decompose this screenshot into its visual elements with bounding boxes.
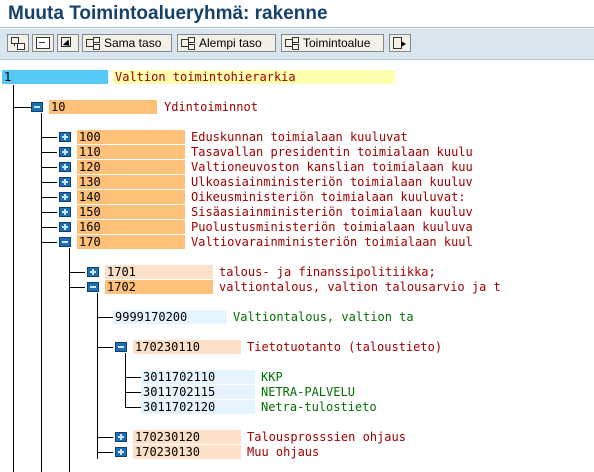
node-text[interactable]: Muu ohjaus xyxy=(245,445,500,459)
lower-level-button-label: Alempi taso xyxy=(199,36,262,50)
folder-closed-icon[interactable] xyxy=(59,192,71,202)
folder-open-icon[interactable] xyxy=(31,102,43,112)
folder-closed-icon[interactable] xyxy=(59,132,71,142)
node-code[interactable]: 110 xyxy=(77,145,185,159)
node-code[interactable]: 160 xyxy=(77,220,185,234)
page-title: Muuta Toimintoalueryhmä: rakenne xyxy=(8,3,328,24)
node-text[interactable]: Valtiontalous, valtion ta xyxy=(231,310,421,324)
node-text[interactable]: Netra-tulostieto xyxy=(259,400,379,414)
select-cursor-icon xyxy=(61,37,75,49)
tree-line xyxy=(69,248,70,472)
node-text[interactable]: Oikeusministeriön toimialaan kuuluvat: xyxy=(189,190,472,204)
node-code[interactable]: 1702 xyxy=(105,280,213,294)
tree-line xyxy=(41,137,57,138)
folder-closed-icon[interactable] xyxy=(59,222,71,232)
tree-line xyxy=(41,167,57,168)
node-code[interactable]: 140 xyxy=(77,190,185,204)
node-text[interactable]: Ydintoiminnot xyxy=(162,100,387,114)
node-code[interactable]: 100 xyxy=(77,130,185,144)
node-text[interactable]: Valtiovarainministeriön toimialaan kuulu xyxy=(189,235,472,249)
node-text[interactable]: Valtioneuvoston kanslian toimialaan kuul xyxy=(189,160,472,174)
tree-line xyxy=(69,287,85,288)
node-text[interactable]: KKP xyxy=(259,370,379,384)
folder-closed-icon[interactable] xyxy=(59,147,71,157)
application-toolbar: Sama taso Alempi taso Toimintoalue xyxy=(0,29,594,60)
tree-line xyxy=(41,212,57,213)
folder-closed-icon[interactable] xyxy=(115,447,127,457)
tree-line xyxy=(41,197,57,198)
folder-open-icon[interactable] xyxy=(115,342,127,352)
tree-line xyxy=(97,347,113,348)
node-code[interactable]: 1 xyxy=(2,70,108,84)
folder-closed-icon[interactable] xyxy=(87,267,99,277)
function-area-button[interactable]: Toimintoalue xyxy=(281,34,384,52)
node-text[interactable]: Tietotuotanto (taloustieto) xyxy=(245,340,500,354)
same-level-button[interactable]: Sama taso xyxy=(82,34,172,52)
node-code[interactable]: 170 xyxy=(77,235,185,249)
node-code[interactable]: 170230110 xyxy=(133,340,241,354)
node-text[interactable]: Puolustusministeriön toimialaan kuuluvat xyxy=(189,220,472,234)
node-code[interactable]: 3011702110 xyxy=(141,370,255,384)
lower-level-button[interactable]: Alempi taso xyxy=(177,34,276,52)
cut-icon xyxy=(393,37,407,49)
node-code[interactable]: 3011702120 xyxy=(141,400,255,414)
same-level-button-label: Sama taso xyxy=(104,36,162,50)
node-text[interactable]: NETRA-PALVELU xyxy=(259,385,379,399)
collapse-all-button[interactable] xyxy=(32,34,54,52)
node-text[interactable]: Eduskunnan toimialaan kuuluvat xyxy=(189,130,472,144)
move-node-button[interactable] xyxy=(389,34,411,52)
node-code[interactable]: 130 xyxy=(77,175,185,189)
node-text[interactable]: valtiontalous, valtion talousarvio ja ta xyxy=(217,280,500,294)
node-text[interactable]: Valtion toimintohierarkia xyxy=(113,70,395,84)
folder-closed-icon[interactable] xyxy=(115,432,127,442)
node-text[interactable]: Ulkoasiainministeriön toimialaan kuuluva xyxy=(189,175,472,189)
expand-tree-icon xyxy=(11,37,25,50)
node-code[interactable]: 10 xyxy=(49,100,157,114)
node-text[interactable]: Tasavallan presidentin toimialaan kuuluv… xyxy=(189,145,472,159)
node-text[interactable]: talous- ja finanssipolitiikka; xyxy=(217,265,500,279)
node-icon xyxy=(86,37,100,50)
folder-closed-icon[interactable] xyxy=(59,177,71,187)
tree-line xyxy=(125,353,126,408)
node-code[interactable]: 9999170200 xyxy=(113,310,227,324)
expand-all-button[interactable] xyxy=(7,34,29,52)
node-code[interactable]: 170230120 xyxy=(133,430,241,444)
node-code[interactable]: 170230130 xyxy=(133,445,241,459)
collapse-tree-icon xyxy=(36,37,50,49)
node-code[interactable]: 150 xyxy=(77,205,185,219)
title-divider xyxy=(0,27,594,28)
node-code[interactable]: 1701 xyxy=(105,265,213,279)
tree-line xyxy=(97,452,113,453)
tree-line xyxy=(13,107,31,108)
node-code[interactable]: 120 xyxy=(77,160,185,174)
tree-line xyxy=(41,227,57,228)
node-text[interactable]: Sisäasiainministeriön toimialaan kuuluva xyxy=(189,205,472,219)
tree-line xyxy=(41,152,57,153)
folder-closed-icon[interactable] xyxy=(59,162,71,172)
select-button[interactable] xyxy=(57,34,79,52)
node-text[interactable]: Talousprosssien ohjaus xyxy=(245,430,500,444)
folder-open-icon[interactable] xyxy=(87,282,99,292)
tree-line xyxy=(41,182,57,183)
folder-open-icon[interactable] xyxy=(59,237,71,247)
tree-line xyxy=(13,85,14,472)
node-icon xyxy=(285,37,299,50)
hierarchy-tree: 1 Valtion toimintohierarkia 10 Ydintoimi… xyxy=(0,60,594,472)
function-area-button-label: Toimintoalue xyxy=(303,36,371,50)
tree-line xyxy=(97,437,113,438)
node-code[interactable]: 3011702115 xyxy=(141,385,255,399)
node-icon xyxy=(181,37,195,50)
folder-closed-icon[interactable] xyxy=(59,207,71,217)
tree-line xyxy=(41,242,57,243)
tree-line xyxy=(69,272,85,273)
